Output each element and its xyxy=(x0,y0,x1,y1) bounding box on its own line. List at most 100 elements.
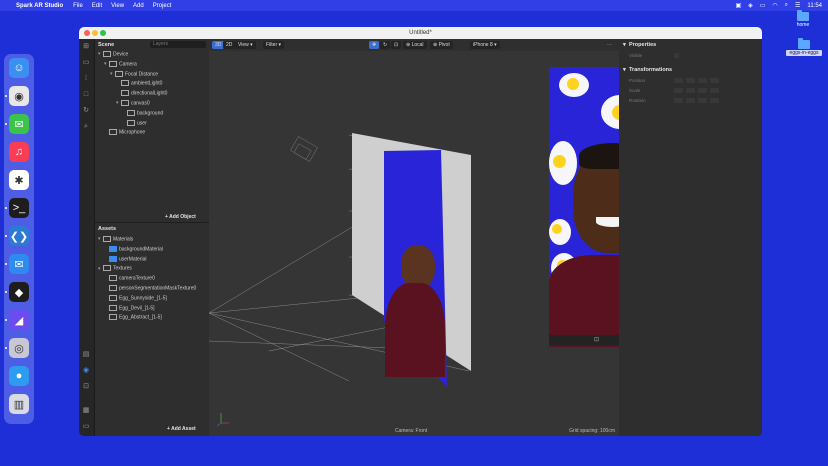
pivot-toggle[interactable]: ⊕ Pivot xyxy=(430,41,453,49)
transform-value-field[interactable] xyxy=(698,88,707,93)
finder-icon[interactable]: ☺ xyxy=(9,58,29,78)
search-icon[interactable]: ⌕ xyxy=(785,2,788,9)
tree-item[interactable]: ▾ Camera xyxy=(104,60,137,67)
tree-item[interactable]: userMaterial xyxy=(104,255,147,262)
mail-icon[interactable]: ✉ xyxy=(9,254,29,274)
vscode-icon[interactable]: ❮❯ xyxy=(9,226,29,246)
library-icon[interactable]: ◉ xyxy=(82,367,90,375)
tree-item[interactable]: ▾ Device xyxy=(98,51,128,57)
minimize-window-button[interactable] xyxy=(92,30,98,36)
rotate-tool-icon[interactable]: ↻ xyxy=(380,41,391,49)
tree-item[interactable]: user xyxy=(122,119,147,126)
preview-video-icon[interactable]: ⊡ xyxy=(594,336,599,343)
view-dropdown[interactable]: View ▾ xyxy=(235,41,256,49)
console-icon[interactable]: ▭ xyxy=(82,423,90,431)
battery-icon[interactable]: ▭ xyxy=(760,2,766,9)
visible-checkbox[interactable] xyxy=(674,53,679,58)
add-object-button[interactable]: + Add Object xyxy=(165,214,196,220)
menu-edit[interactable]: Edit xyxy=(92,3,102,9)
close-window-button[interactable] xyxy=(84,30,90,36)
transformations-toggle-icon[interactable]: ▾ xyxy=(623,67,626,73)
transform-value-field[interactable] xyxy=(686,98,695,103)
transform-value-field[interactable] xyxy=(674,78,683,83)
menubar-status: ▣ ◈ ▭ ◠ ⌕ ☰ 11:54 xyxy=(735,0,822,11)
messages-icon[interactable]: ✉ xyxy=(9,114,29,134)
local-toggle[interactable]: ⊕ Local xyxy=(403,41,427,49)
layers-icon[interactable]: ⊞ xyxy=(82,43,90,51)
menu-project[interactable]: Project xyxy=(153,3,172,9)
tree-item[interactable]: ▾ Textures xyxy=(98,265,132,272)
control-center-icon[interactable]: ☰ xyxy=(795,2,800,9)
viewport[interactable]: 3D 2D View ▾ Filter ▾ ✥ ↻ ⊡ ⊕ Local ⊕ Pi… xyxy=(209,39,619,436)
video-icon[interactable]: ▭ xyxy=(82,59,90,67)
search-icon[interactable]: ⌕ xyxy=(82,123,90,131)
window-title: Untitled* xyxy=(409,30,432,36)
spark-ar-icon[interactable]: ◢ xyxy=(9,310,29,330)
disk-utility-icon[interactable]: ◎ xyxy=(9,338,29,358)
tree-item[interactable]: background xyxy=(122,109,163,116)
square-icon[interactable]: □ xyxy=(82,91,90,99)
scale-tool-icon[interactable]: ⊡ xyxy=(391,41,402,49)
properties-toggle-icon[interactable]: ▾ xyxy=(623,42,626,48)
clock-text[interactable]: 11:54 xyxy=(807,3,822,9)
tree-item[interactable]: ▾ canvas0 xyxy=(116,100,150,106)
menu-app-name[interactable]: Spark AR Studio xyxy=(16,3,63,9)
menu-file[interactable]: File xyxy=(73,3,83,9)
tree-item[interactable]: ▾ Focal Distance xyxy=(110,70,158,77)
tree-item[interactable]: Microphone xyxy=(104,129,145,136)
upload-icon[interactable]: ⊡ xyxy=(82,383,90,391)
move-tool-icon[interactable]: ✥ xyxy=(369,41,380,49)
tree-item[interactable]: ▾ Materials xyxy=(98,236,133,242)
menu-add[interactable]: Add xyxy=(133,3,144,9)
transform-value-field[interactable] xyxy=(698,78,707,83)
desktop-folder-eggs[interactable]: eggs-in-eggs xyxy=(786,38,822,56)
tree-item[interactable]: Egg_Devil_[1-5] xyxy=(104,304,155,311)
twitterrific-icon[interactable]: ● xyxy=(9,366,29,386)
tree-item-label: personSegmentationMaskTexture0 xyxy=(119,285,197,292)
tree-item[interactable]: personSegmentationMaskTexture0 xyxy=(104,285,196,291)
grid-icon[interactable]: ▦ xyxy=(82,407,90,415)
transform-value-field[interactable] xyxy=(686,78,695,83)
transform-value-field[interactable] xyxy=(686,88,695,93)
desktop-folder-home[interactable]: home xyxy=(792,10,814,28)
transform-value-field[interactable] xyxy=(674,98,683,103)
transform-value-field[interactable] xyxy=(710,78,719,83)
trash-icon[interactable]: ▥ xyxy=(9,394,29,414)
material-icon xyxy=(109,245,117,252)
figma-icon[interactable]: ◆ xyxy=(9,282,29,302)
tool-strip: ⊞ ▭ ⁞ □ ↻ ⌕ ▤ ◉ ⊡ ▦ ▭ xyxy=(79,39,95,436)
refresh-icon[interactable]: ↻ xyxy=(82,107,90,115)
layers-search-input[interactable]: Layers xyxy=(150,41,206,48)
add-asset-button[interactable]: + Add Asset xyxy=(167,426,196,432)
dropbox-icon[interactable]: ◈ xyxy=(748,2,753,9)
transform-row-label: Position xyxy=(629,78,646,83)
tree-item[interactable]: Egg_Abstract_[1-5] xyxy=(104,314,162,321)
transform-value-field[interactable] xyxy=(710,98,719,103)
patch-icon[interactable]: ⁞ xyxy=(82,75,90,83)
filter-dropdown[interactable]: Filter ▾ xyxy=(263,41,285,49)
tree-item[interactable]: Egg_Sunnyside_[1-5] xyxy=(104,294,167,301)
tree-item[interactable]: ambientLight0 xyxy=(116,80,162,87)
more-options-icon[interactable]: ⋯ xyxy=(604,41,615,49)
tree-item[interactable]: backgroundMaterial xyxy=(104,245,163,252)
tree-item[interactable]: cameraTexture0 xyxy=(104,275,155,282)
music-icon[interactable]: ♫ xyxy=(9,142,29,162)
folder-icon xyxy=(103,265,111,272)
transform-value-field[interactable] xyxy=(698,98,707,103)
folder-add-icon[interactable]: ▤ xyxy=(82,351,90,359)
screen-record-icon[interactable]: ▣ xyxy=(735,2,741,9)
menu-view[interactable]: View xyxy=(111,3,124,9)
terminal-icon[interactable]: >_ xyxy=(9,198,29,218)
menu-bar: Spark AR Studio File Edit View Add Proje… xyxy=(0,0,828,11)
slack-icon[interactable]: ✱ xyxy=(9,170,29,190)
chrome-icon[interactable]: ◉ xyxy=(9,86,29,106)
transform-value-field[interactable] xyxy=(710,88,719,93)
wifi-icon[interactable]: ◠ xyxy=(772,2,777,9)
zoom-window-button[interactable] xyxy=(100,30,106,36)
device-preview[interactable] xyxy=(549,67,619,347)
layout-2d-button[interactable]: 2D xyxy=(223,41,236,49)
preview-controls: ⊡ ☝ xyxy=(549,335,619,345)
device-dropdown[interactable]: iPhone 8 ▾ xyxy=(470,41,500,49)
tree-item[interactable]: directionalLight0 xyxy=(116,90,167,97)
transform-value-field[interactable] xyxy=(674,88,683,93)
